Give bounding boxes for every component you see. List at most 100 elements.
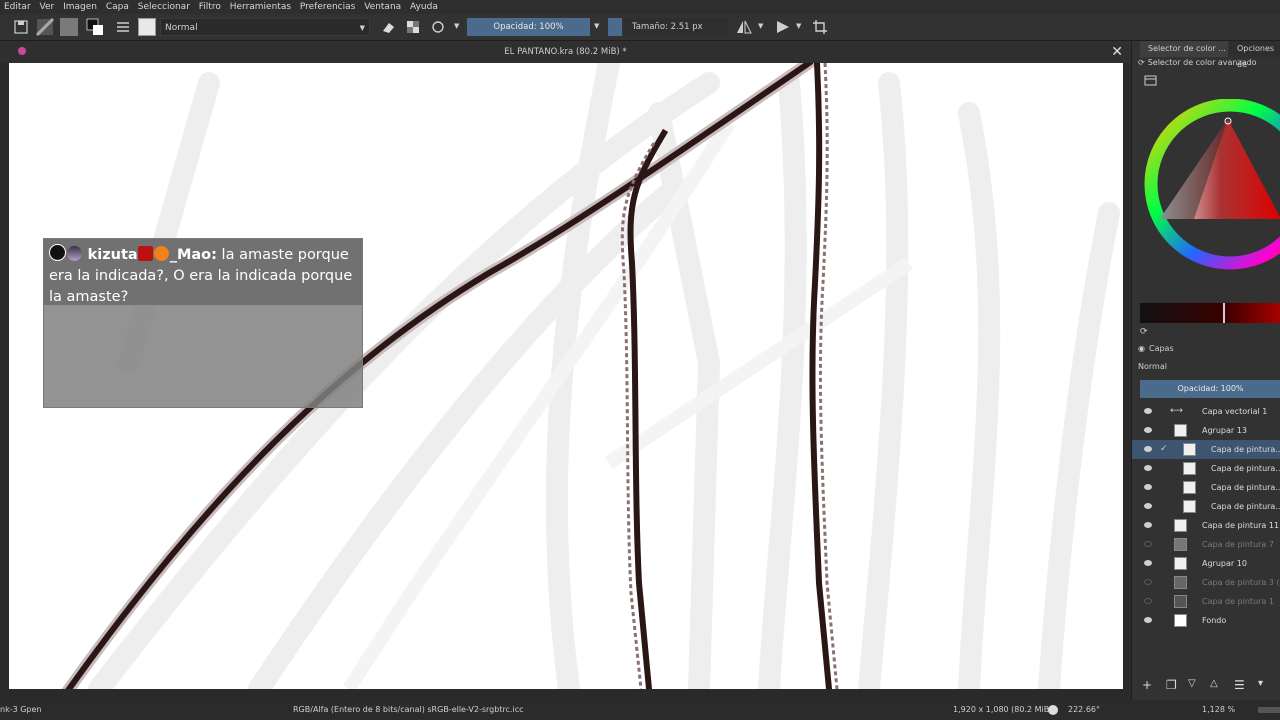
chevron-up-icon[interactable]: △ (1210, 678, 1218, 689)
eye-icon[interactable] (1144, 560, 1152, 566)
layer-row[interactable]: Capa de pintura... (1132, 459, 1280, 478)
layer-row[interactable]: Capa de pintura... (1132, 497, 1280, 516)
chevron-down-icon[interactable]: ▼ (758, 22, 763, 30)
color-wheel[interactable] (1140, 99, 1280, 274)
menu-herramientas[interactable]: Herramientas (230, 0, 291, 14)
size-indicator (608, 18, 622, 36)
menu-filtro[interactable]: Filtro (199, 0, 221, 14)
layer-row[interactable]: Capa de pintura... (1132, 478, 1280, 497)
chevron-down-icon: ▼ (359, 24, 365, 32)
tab-options[interactable]: Opciones de (1229, 41, 1280, 69)
zoom-slider[interactable] (1258, 707, 1280, 713)
menu-ver[interactable]: Ver (40, 0, 55, 14)
rotation-value: 222.66° (1068, 705, 1100, 714)
blend-mode-select[interactable]: Normal ▼ (160, 18, 370, 36)
layer-thumbnail (1183, 500, 1196, 513)
layer-thumbnail (1174, 424, 1187, 437)
color-history-bar[interactable] (1140, 303, 1280, 323)
zoom-value: 1,128 % (1202, 705, 1236, 714)
layer-blend-mode[interactable]: Normal (1138, 361, 1167, 373)
eye-closed-icon[interactable] (1144, 598, 1152, 604)
image-dimensions: 1,920 x 1,080 (80.2 MiB) (953, 705, 1053, 714)
layer-thumbnail (1174, 538, 1187, 551)
brush-settings-icon[interactable] (114, 18, 132, 36)
reload-icon[interactable] (429, 18, 447, 36)
add-layer-icon[interactable]: + (1142, 678, 1152, 692)
layer-row[interactable]: Capa de pintura 3 (... (1132, 573, 1280, 592)
check-icon: ✓ (1160, 444, 1168, 454)
layer-row[interactable]: Fondo (1132, 611, 1280, 630)
layer-row[interactable]: Capa de pintura 11 (1132, 516, 1280, 535)
eye-icon[interactable] (1144, 408, 1152, 414)
refresh-icon[interactable]: ⟳ (1140, 327, 1148, 337)
layer-row[interactable]: Capa de pintura 7 (1132, 535, 1280, 554)
menu-preferencias[interactable]: Preferencias (300, 0, 355, 14)
chevron-down-icon[interactable]: ▼ (594, 22, 599, 30)
eye-icon[interactable] (1144, 427, 1152, 433)
menu-capa[interactable]: Capa (106, 0, 129, 14)
chevron-down-icon[interactable]: ▼ (454, 22, 459, 30)
layer-toolbar: + ❐ ▽ △ ☰ ▾ (1132, 678, 1280, 696)
color-swap-icon[interactable] (86, 18, 104, 36)
advanced-color-selector-label: ⟳ Selector de color avanzado (1138, 58, 1257, 67)
mirror-vertical-icon[interactable] (774, 18, 792, 36)
chevron-down-icon[interactable]: ▽ (1188, 678, 1196, 689)
save-icon[interactable] (12, 18, 30, 36)
layer-thumbnail (1183, 462, 1196, 475)
layer-thumbnail (1183, 443, 1196, 456)
mirror-horizontal-icon[interactable] (735, 18, 753, 36)
chevron-down-icon[interactable]: ▼ (796, 22, 801, 30)
layer-thumbnail (1174, 595, 1187, 608)
layer-thumbnail (1174, 614, 1187, 627)
eye-closed-icon[interactable] (1144, 541, 1152, 547)
menu-editar[interactable]: Editar (4, 0, 31, 14)
menu-seleccionar[interactable]: Seleccionar (138, 0, 190, 14)
document-title: EL PANTANO.kra (80.2 MiB) * (504, 47, 627, 57)
menu-ventana[interactable]: Ventana (364, 0, 401, 14)
layer-thumbnail (1183, 481, 1196, 494)
rotation-icon[interactable] (1048, 705, 1058, 715)
config-icon[interactable] (1144, 75, 1158, 87)
close-icon[interactable]: ✕ (1111, 43, 1123, 61)
eye-icon[interactable] (1144, 617, 1152, 623)
brush-preset-icon[interactable] (138, 18, 156, 36)
tiktok-icon (49, 244, 66, 261)
layer-properties-icon[interactable]: ☰ (1234, 678, 1245, 692)
fire-icon (153, 246, 169, 261)
eye-icon[interactable] (1144, 503, 1152, 509)
crop-icon[interactable] (811, 18, 829, 36)
layer-row[interactable]: Agrupar 13 (1132, 421, 1280, 440)
eye-icon[interactable] (1144, 484, 1152, 490)
eye-closed-icon[interactable] (1144, 579, 1152, 585)
toolbar: Normal ▼ ▼ Opacidad: 100% ▼ Tamaño: 2.51… (0, 14, 1280, 41)
layer-row[interactable]: Capa de pintura 1 (1132, 592, 1280, 611)
refresh-icon[interactable]: ⟳ (1138, 58, 1145, 67)
eye-icon[interactable] (1144, 465, 1152, 471)
pattern-icon[interactable] (36, 18, 54, 36)
layer-thumbnail (1174, 576, 1187, 589)
opacity-slider[interactable]: Opacidad: 100% (467, 18, 590, 36)
color-space: RGB/Alfa (Entero de 8 bits/canal) sRGB-e… (293, 705, 524, 714)
tab-color-selector[interactable]: Selector de color ... (1140, 41, 1228, 57)
document-tab-bar: EL PANTANO.kra (80.2 MiB) * ✕ (0, 41, 1131, 63)
color-history-marker (1223, 303, 1225, 323)
duplicate-layer-icon[interactable]: ❐ (1166, 678, 1177, 692)
layer-row[interactable]: ⟷ Capa vectorial 1 (1132, 402, 1280, 421)
eraser-icon[interactable] (379, 18, 397, 36)
eye-icon[interactable] (1144, 522, 1152, 528)
layer-opacity-slider[interactable]: Opacidad: 100% (1140, 380, 1280, 398)
vector-layer-icon: ⟷ (1170, 406, 1183, 416)
layer-row-active[interactable]: ✓ Capa de pintura... (1132, 440, 1280, 459)
menu-imagen[interactable]: Imagen (63, 0, 97, 14)
eye-icon[interactable] (1144, 446, 1152, 452)
right-dock: Selector de color ... Opciones de ⟳ Selec… (1131, 41, 1280, 700)
alpha-lock-icon[interactable] (404, 18, 422, 36)
gradient-icon[interactable] (60, 18, 78, 36)
layer-thumbnail (1174, 519, 1187, 532)
chevron-down-icon[interactable]: ▾ (1258, 678, 1263, 689)
size-slider[interactable]: Tamaño: 2.51 px (624, 18, 728, 36)
chat-overlay: kizuta _Mao: la amaste porque era la indi… (43, 238, 363, 408)
layer-row[interactable]: Agrupar 10 (1132, 554, 1280, 573)
menu-ayuda[interactable]: Ayuda (410, 0, 438, 14)
layers-panel-title: ◉ Capas (1138, 344, 1174, 353)
